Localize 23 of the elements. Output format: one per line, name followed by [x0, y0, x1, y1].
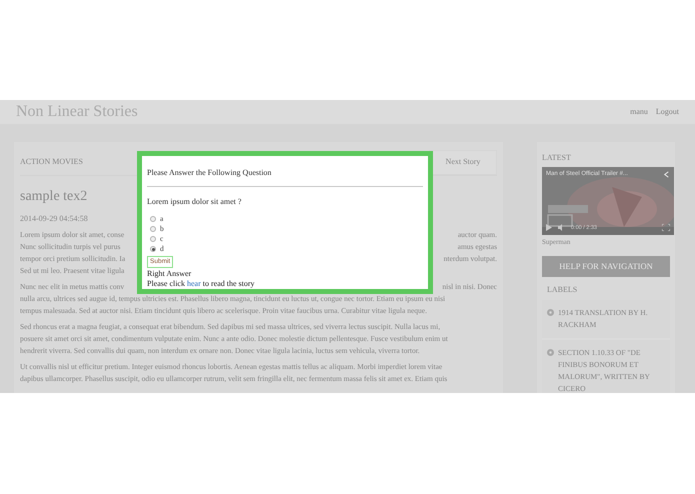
- next-story-button[interactable]: Next Story: [429, 150, 497, 174]
- radio-button[interactable]: [150, 216, 156, 222]
- help-navigation-button[interactable]: HELP FOR NAVIGATION: [542, 256, 670, 277]
- labels-heading: LABELS: [547, 284, 578, 296]
- post-date: 2014-09-29 04:54:58: [20, 213, 88, 225]
- radio-button[interactable]: [150, 246, 156, 252]
- fullscreen-icon[interactable]: [662, 224, 670, 232]
- section-heading: ACTION MOVIES: [20, 156, 83, 168]
- logout-link[interactable]: Logout: [656, 106, 679, 118]
- dialog-title: Please Answer the Following Question: [147, 168, 272, 177]
- volume-icon[interactable]: [558, 224, 565, 232]
- post-title: sample tex2: [20, 188, 88, 206]
- story-link-sentence: Please click hear to read the story: [147, 279, 255, 289]
- user-link[interactable]: manu: [630, 106, 648, 118]
- play-icon[interactable]: [546, 224, 552, 232]
- radio-button[interactable]: [150, 236, 156, 242]
- radio-button[interactable]: [150, 226, 156, 232]
- bullet-icon: [547, 309, 554, 316]
- result-text: Right Answer: [147, 269, 192, 279]
- bullet-icon: [547, 349, 554, 356]
- question-text: Lorem ipsum dolor sit amet ?: [147, 196, 242, 208]
- latest-heading: LATEST: [542, 152, 571, 164]
- story-link[interactable]: hear: [186, 279, 201, 288]
